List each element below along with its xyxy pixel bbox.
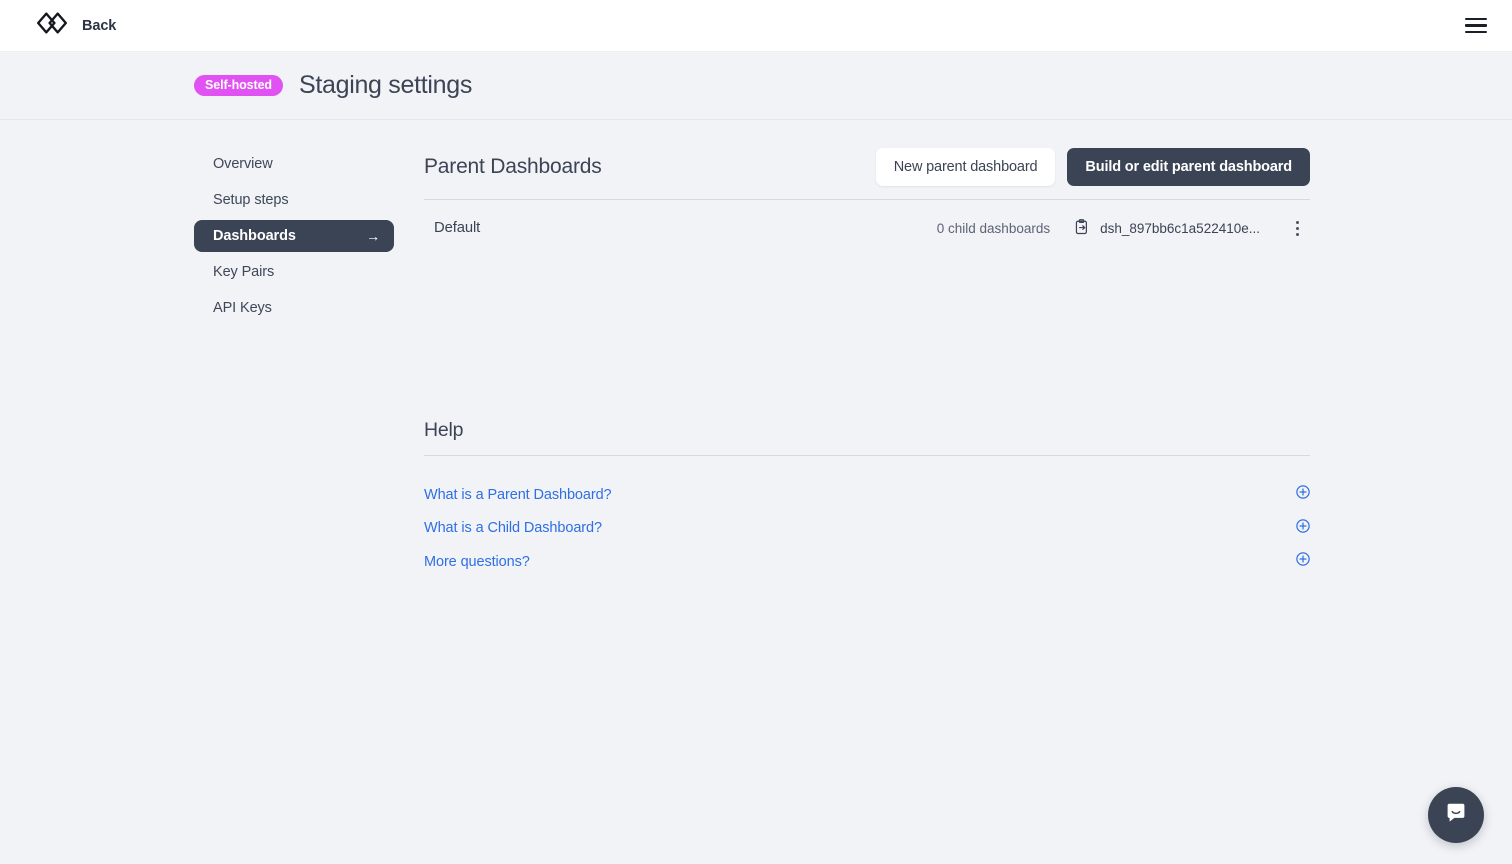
help-item-child-dashboard[interactable]: What is a Child Dashboard? (424, 512, 1310, 546)
sidebar-item-label: Overview (213, 156, 273, 172)
main-content: Parent Dashboards New parent dashboard B… (424, 148, 1310, 579)
sidebar-item-key-pairs[interactable]: Key Pairs (194, 256, 394, 288)
sidebar-item-label: Dashboards (213, 228, 296, 244)
back-button[interactable]: Back (36, 12, 116, 39)
sidebar-nav: Overview Setup steps Dashboards → Key Pa… (194, 148, 394, 324)
parent-dashboards-header: Parent Dashboards New parent dashboard B… (424, 148, 1310, 200)
double-diamond-logo (36, 12, 68, 39)
plus-circle-icon[interactable] (1296, 485, 1310, 504)
help-item-parent-dashboard[interactable]: What is a Parent Dashboard? (424, 478, 1310, 512)
sidebar-item-api-keys[interactable]: API Keys (194, 292, 394, 324)
new-parent-dashboard-button[interactable]: New parent dashboard (875, 148, 1056, 186)
page-layout: Overview Setup steps Dashboards → Key Pa… (0, 120, 1512, 579)
kebab-dot (1295, 220, 1299, 224)
sidebar-item-setup-steps[interactable]: Setup steps (194, 184, 394, 216)
kebab-dot (1295, 232, 1299, 236)
help-link[interactable]: More questions? (424, 554, 530, 570)
dashboard-name: Default (434, 220, 481, 236)
table-row[interactable]: Default 0 child dashboards dsh_897bb6c1a… (424, 200, 1310, 256)
status-badge: Self-hosted (194, 75, 283, 96)
sidebar-item-dashboards[interactable]: Dashboards → (194, 220, 394, 252)
plus-circle-icon[interactable] (1296, 552, 1310, 571)
kebab-menu-icon[interactable] (1286, 214, 1308, 242)
chat-launcher-button[interactable] (1428, 787, 1484, 843)
sidebar-item-label: API Keys (213, 300, 272, 316)
back-label: Back (82, 17, 117, 34)
hamburger-bar (1465, 30, 1487, 34)
hamburger-bar (1465, 17, 1487, 21)
help-section: Help What is a Parent Dashboard? What is… (424, 419, 1310, 579)
section-title: Parent Dashboards (424, 155, 602, 178)
help-link[interactable]: What is a Parent Dashboard? (424, 487, 612, 503)
sidebar-item-label: Key Pairs (213, 264, 275, 280)
kebab-dot (1295, 226, 1299, 230)
sidebar-item-label: Setup steps (213, 192, 289, 208)
help-item-more-questions[interactable]: More questions? (424, 545, 1310, 579)
dashboard-meta: 0 child dashboards dsh_897bb6c1a522410e.… (937, 214, 1308, 242)
help-header: Help (424, 419, 1310, 456)
build-or-edit-parent-dashboard-button[interactable]: Build or edit parent dashboard (1067, 148, 1310, 186)
dashboard-id-text: dsh_897bb6c1a522410e... (1100, 220, 1260, 236)
dashboard-id-copy[interactable]: dsh_897bb6c1a522410e... (1074, 218, 1260, 238)
arrow-right-icon: → (366, 228, 380, 244)
child-dashboard-count: 0 child dashboards (936, 220, 1051, 236)
sidebar: Overview Setup steps Dashboards → Key Pa… (0, 148, 394, 579)
help-link[interactable]: What is a Child Dashboard? (424, 520, 602, 536)
hamburger-menu-icon[interactable] (1458, 8, 1494, 44)
plus-circle-icon[interactable] (1296, 519, 1310, 538)
help-list: What is a Parent Dashboard? What is a Ch… (424, 456, 1310, 579)
top-bar: Back (0, 0, 1512, 52)
page-header: Self-hosted Staging settings (0, 52, 1512, 120)
page-title: Staging settings (298, 71, 473, 99)
hamburger-bar (1465, 24, 1487, 27)
chat-bubble-icon (1443, 800, 1469, 831)
help-title: Help (424, 419, 464, 441)
clipboard-copy-icon (1074, 218, 1089, 238)
sidebar-item-overview[interactable]: Overview (194, 148, 394, 180)
